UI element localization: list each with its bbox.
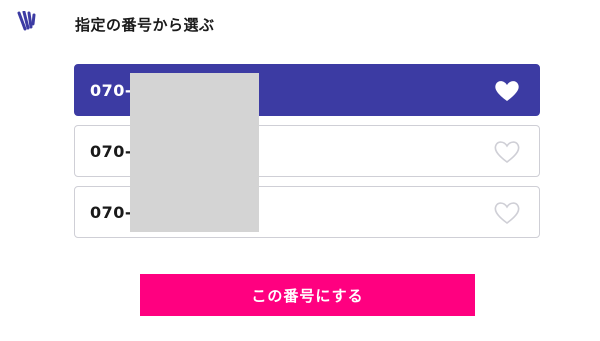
heart-filled-icon[interactable] [493, 79, 521, 103]
phone-number-text: 070- [90, 142, 133, 161]
confirm-number-button[interactable]: この番号にする [140, 274, 475, 316]
phone-number-text: 070- [90, 81, 133, 100]
section-title: 指定の番号から選ぶ [75, 16, 215, 34]
number-selection-page: 指定の番号から選ぶ 070- 070- 070- この番号にする [0, 0, 600, 341]
redaction-box [130, 73, 259, 232]
phone-number-text: 070- [90, 203, 133, 222]
heart-outline-icon[interactable] [493, 140, 521, 164]
heart-outline-icon[interactable] [493, 201, 521, 225]
brand-logo-icon [17, 11, 36, 31]
